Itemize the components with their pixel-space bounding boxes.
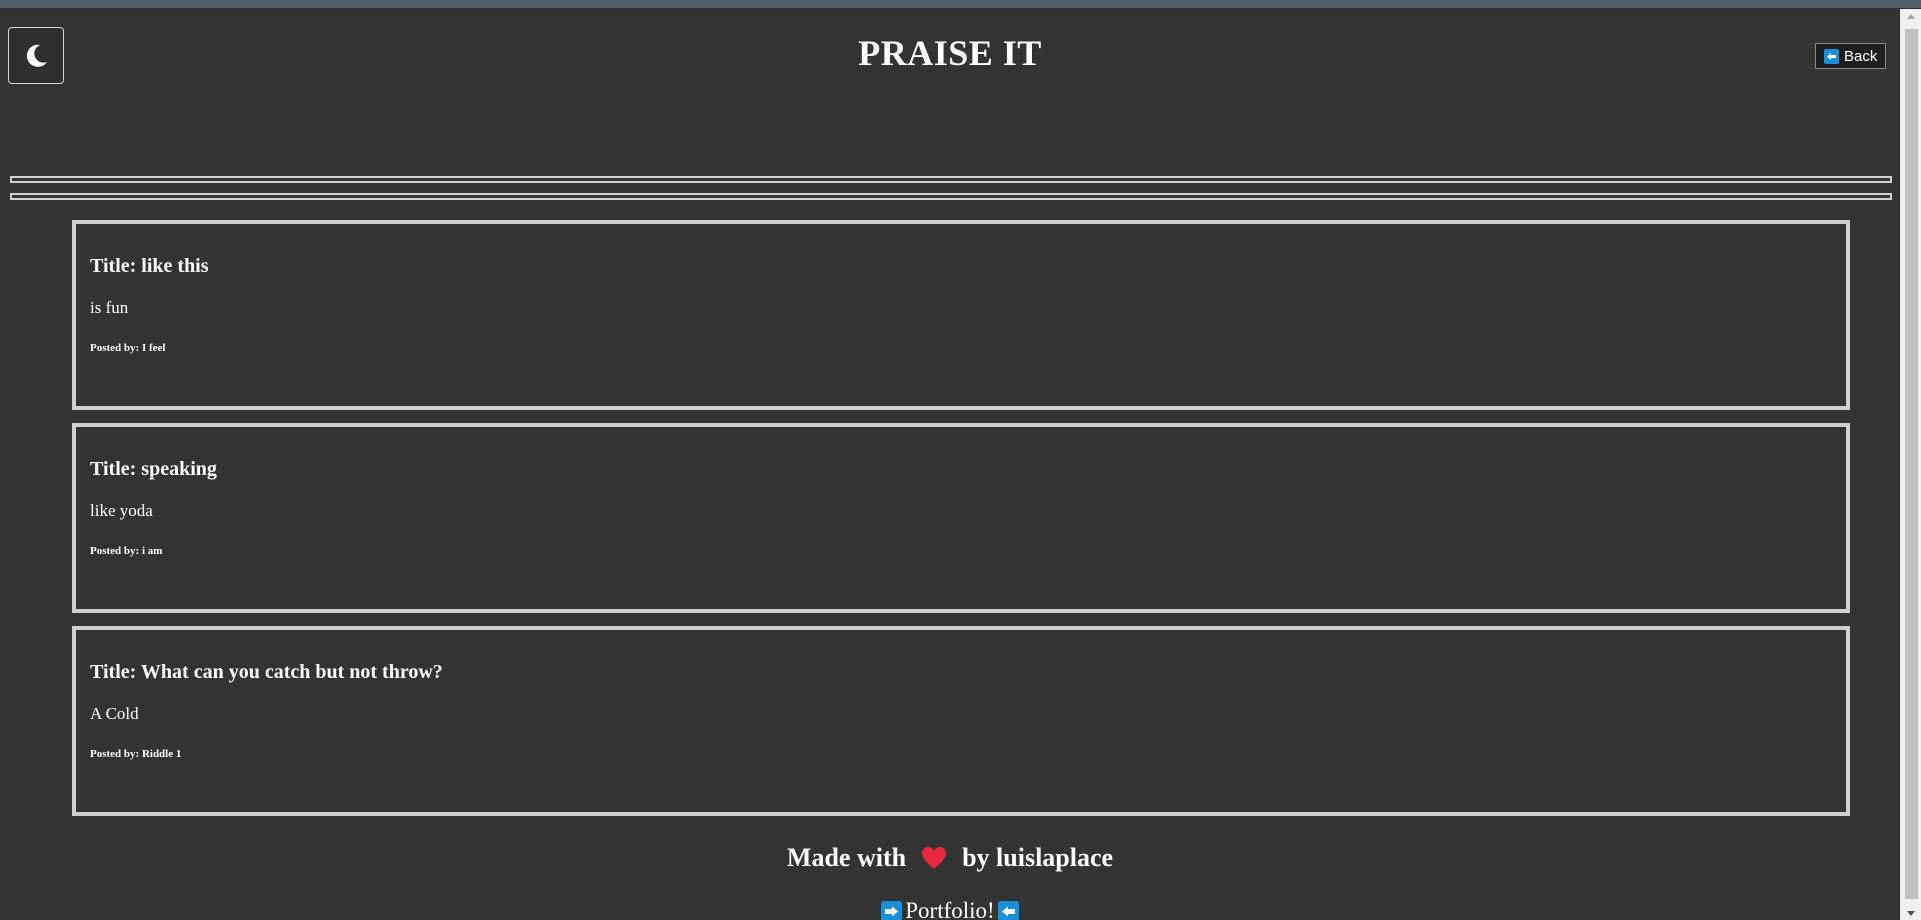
post-card: Title: What can you catch but not throw?… (72, 626, 1850, 816)
scrollbar-thumb[interactable] (1905, 29, 1918, 899)
vertical-scrollbar[interactable] (1900, 9, 1921, 920)
heart-icon (922, 847, 947, 869)
right-arrow-icon (881, 900, 903, 920)
post-body: like yoda (90, 501, 153, 520)
post-body: is fun (90, 298, 129, 317)
post-author: Posted by: I feel (90, 342, 166, 354)
back-button-label: Back (1844, 47, 1878, 65)
left-arrow-icon (1824, 48, 1839, 64)
post-title: Title: What can you catch but not throw? (90, 661, 443, 683)
left-arrow-icon (997, 900, 1019, 920)
scroll-up-icon[interactable] (1907, 14, 1915, 19)
portfolio-label: Portfolio! (905, 898, 995, 920)
browser-top-strip (0, 0, 1921, 9)
scroll-down-icon[interactable] (1907, 911, 1915, 916)
portfolio-link[interactable]: Portfolio! (0, 898, 1900, 920)
post-body: A Cold (90, 704, 139, 723)
post-title: Title: like this (90, 255, 209, 277)
page: PRAISE IT Back Title: like this is fun P… (0, 0, 1921, 920)
post-list: Title: like this is fun Posted by: I fee… (72, 220, 1850, 829)
post-title: Title: speaking (90, 458, 217, 480)
page-title: PRAISE IT (858, 33, 1042, 73)
header-divider (10, 193, 1892, 200)
post-card: Title: speaking like yoda Posted by: i a… (72, 423, 1850, 613)
post-author: Posted by: Riddle 1 (90, 748, 182, 760)
made-with-text: Made with (786, 843, 907, 872)
footer-credit: Made with by luislaplace (0, 843, 1900, 873)
back-button[interactable]: Back (1815, 43, 1887, 69)
author-credit-text: by luislaplace (962, 843, 1114, 872)
header-divider (10, 176, 1892, 183)
post-card: Title: like this is fun Posted by: I fee… (72, 220, 1850, 410)
post-author: Posted by: i am (90, 545, 163, 557)
